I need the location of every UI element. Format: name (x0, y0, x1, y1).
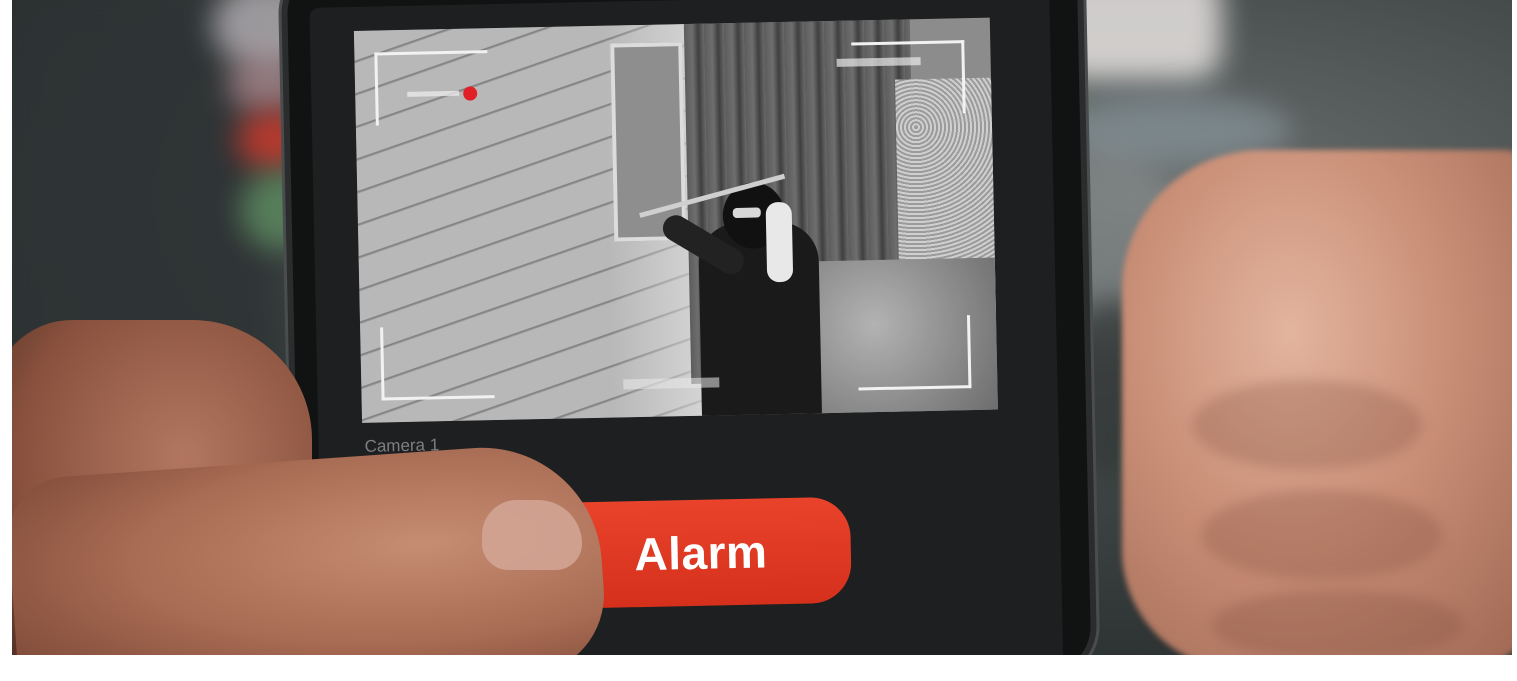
timecode-blurred (623, 377, 720, 390)
finger-crease (1202, 490, 1442, 580)
thumb-nail (482, 500, 582, 570)
intruder-arm-raised (765, 201, 794, 283)
intruder-mask-eyes (732, 207, 761, 219)
viewfinder-corner-bottom-left (380, 325, 495, 401)
viewfinder-corner-top-right (851, 40, 966, 116)
camera-feed[interactable] (353, 17, 998, 423)
viewfinder-corner-bottom-right (856, 315, 972, 391)
photo: Camera 1 Alarm (12, 0, 1512, 655)
finger-crease (1192, 380, 1422, 470)
finger-crease (1212, 590, 1462, 655)
